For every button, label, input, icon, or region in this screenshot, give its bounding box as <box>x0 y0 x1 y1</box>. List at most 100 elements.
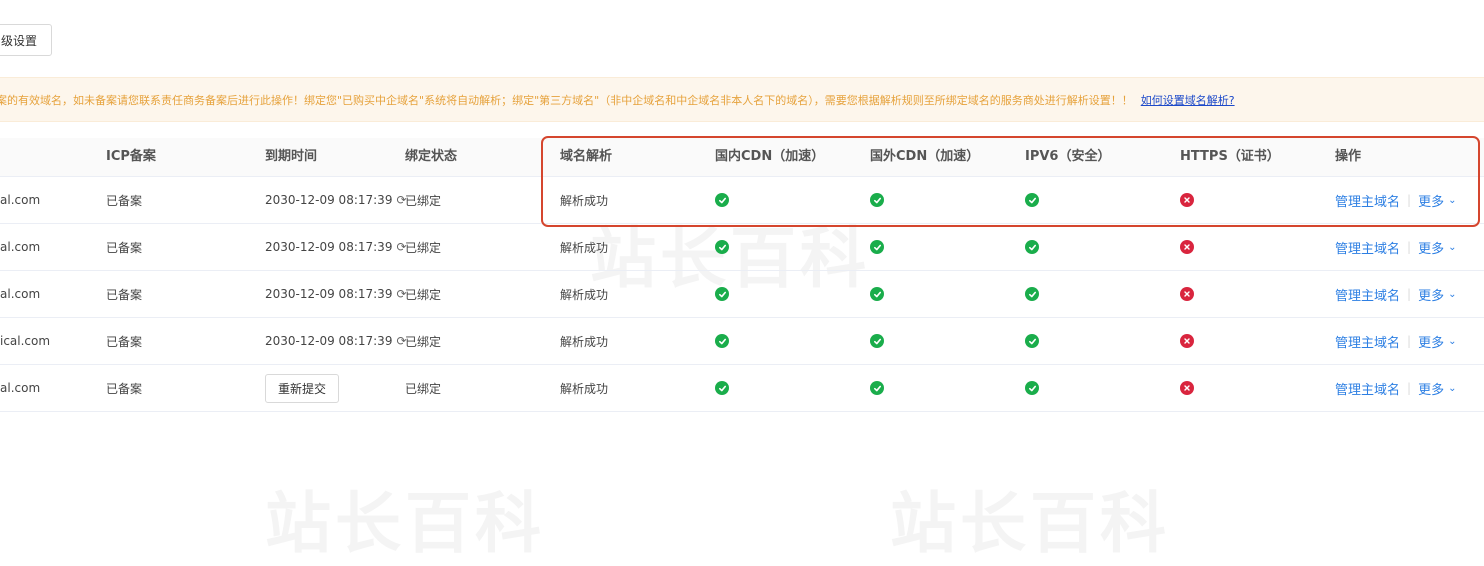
manage-domain-link[interactable]: 管理主域名 <box>1335 285 1400 304</box>
cdn-cn-status-cell <box>715 318 729 364</box>
th-ipv6: IPV6（安全） <box>1025 149 1111 164</box>
more-dropdown[interactable]: 更多 <box>1418 238 1444 257</box>
more-dropdown[interactable]: 更多 <box>1418 379 1444 398</box>
expire-cell: 2030-12-09 08:17:39 ⟳ <box>265 318 407 364</box>
bind-status-cell: 已绑定 <box>405 334 442 349</box>
table-header: ICP备案 到期时间 绑定状态 域名解析 国内CDN（加速） 国外CDN（加速）… <box>0 138 1484 177</box>
https-status-cell <box>1180 224 1194 270</box>
divider: | <box>1407 334 1412 348</box>
chevron-down-icon[interactable]: ⌄ <box>1448 242 1456 253</box>
ipv6-status-cell <box>1025 224 1039 270</box>
domain-cell: al.com <box>0 381 41 395</box>
icp-cell: 已备案 <box>106 240 143 255</box>
chevron-down-icon[interactable]: ⌄ <box>1448 336 1456 347</box>
chevron-down-icon[interactable]: ⌄ <box>1448 195 1456 206</box>
more-dropdown[interactable]: 更多 <box>1418 191 1444 210</box>
th-cdn-cn: 国内CDN（加速） <box>715 149 825 164</box>
icp-cell: 已备案 <box>106 334 143 349</box>
bind-status-cell: 已绑定 <box>405 193 442 208</box>
expire-time: 2030-12-09 08:17:39 <box>265 193 393 207</box>
watermark: 站长百科 <box>265 485 545 562</box>
table-row: al.com 已备案 2030-12-09 08:17:39 ⟳ 已绑定 解析成功 管理主域… <box>0 271 1484 318</box>
th-ops: 操作 <box>1335 149 1362 164</box>
expire-cell: 2030-12-09 08:17:39 ⟳ <box>265 177 407 223</box>
more-dropdown[interactable]: 更多 <box>1418 285 1444 304</box>
x-icon <box>1180 334 1194 348</box>
domain-cell: ical.com <box>0 334 51 348</box>
check-icon <box>715 381 729 395</box>
ops-cell: 管理主域名 | 更多 ⌄ <box>1335 318 1456 364</box>
dns-help-link[interactable]: 如何设置域名解析? <box>1141 92 1235 108</box>
th-https: HTTPS（证书） <box>1180 149 1280 164</box>
cdn-cn-status-cell <box>715 177 729 223</box>
cdn-intl-status-cell <box>870 365 884 411</box>
bind-status-cell: 已绑定 <box>405 287 442 302</box>
dns-status-cell: 解析成功 <box>560 240 609 255</box>
th-cdn-intl: 国外CDN（加速） <box>870 149 980 164</box>
expire-cell: 2030-12-09 08:17:39 ⟳ <box>265 271 407 317</box>
manage-domain-link[interactable]: 管理主域名 <box>1335 191 1400 210</box>
notice-text: 案的有效域名，如未备案请您联系责任商务备案后进行此操作！绑定您"已购买中企域名"… <box>0 93 1133 107</box>
cdn-cn-status-cell <box>715 271 729 317</box>
resubmit-button[interactable]: 重新提交 <box>265 373 340 403</box>
dns-status-cell: 解析成功 <box>560 287 609 302</box>
table-row: al.com 已备案 重新提交 已绑定 解析成功 管理主域名 | 更多 ⌄ <box>0 365 1484 412</box>
cdn-cn-status-cell <box>715 224 729 270</box>
manage-domain-link[interactable]: 管理主域名 <box>1335 332 1400 351</box>
ops-cell: 管理主域名 | 更多 ⌄ <box>1335 177 1456 223</box>
chevron-down-icon[interactable]: ⌄ <box>1448 289 1456 300</box>
https-status-cell <box>1180 318 1194 364</box>
domain-cell: al.com <box>0 193 41 207</box>
advanced-settings-button[interactable]: 级设置 <box>0 24 52 56</box>
check-icon <box>1025 240 1039 254</box>
table-body: al.com 已备案 2030-12-09 08:17:39 ⟳ 已绑定 解析成功 管理主域… <box>0 177 1484 412</box>
dns-status-cell: 解析成功 <box>560 381 609 396</box>
watermark: 站长百科 <box>890 485 1170 562</box>
x-icon <box>1180 381 1194 395</box>
check-icon <box>715 334 729 348</box>
table-row: al.com 已备案 2030-12-09 08:17:39 ⟳ 已绑定 解析成功 管理主域… <box>0 177 1484 224</box>
ipv6-status-cell <box>1025 271 1039 317</box>
icp-cell: 已备案 <box>106 287 143 302</box>
dns-status-cell: 解析成功 <box>560 193 609 208</box>
expire-time: 2030-12-09 08:17:39 <box>265 240 393 254</box>
divider: | <box>1407 381 1412 395</box>
cdn-intl-status-cell <box>870 271 884 317</box>
th-icp: ICP备案 <box>106 149 156 164</box>
table-row: ical.com 已备案 2030-12-09 08:17:39 ⟳ 已绑定 解析成功 管理… <box>0 318 1484 365</box>
cdn-intl-status-cell <box>870 318 884 364</box>
ops-cell: 管理主域名 | 更多 ⌄ <box>1335 224 1456 270</box>
check-icon <box>1025 193 1039 207</box>
manage-domain-link[interactable]: 管理主域名 <box>1335 238 1400 257</box>
notice-banner: 案的有效域名，如未备案请您联系责任商务备案后进行此操作！绑定您"已购买中企域名"… <box>0 77 1484 122</box>
more-dropdown[interactable]: 更多 <box>1418 332 1444 351</box>
check-icon <box>870 381 884 395</box>
ipv6-status-cell <box>1025 177 1039 223</box>
cdn-intl-status-cell <box>870 224 884 270</box>
check-icon <box>870 193 884 207</box>
icp-cell: 已备案 <box>106 193 143 208</box>
th-dns: 域名解析 <box>560 149 613 164</box>
bind-status-cell: 已绑定 <box>405 240 442 255</box>
cdn-cn-status-cell <box>715 365 729 411</box>
check-icon <box>1025 381 1039 395</box>
x-icon <box>1180 287 1194 301</box>
divider: | <box>1407 287 1412 301</box>
check-icon <box>1025 287 1039 301</box>
check-icon <box>870 334 884 348</box>
ipv6-status-cell <box>1025 318 1039 364</box>
chevron-down-icon[interactable]: ⌄ <box>1448 383 1456 394</box>
domain-cell: al.com <box>0 287 41 301</box>
check-icon <box>870 240 884 254</box>
advanced-settings-label: 级设置 <box>0 33 37 48</box>
th-bind: 绑定状态 <box>405 149 458 164</box>
check-icon <box>715 287 729 301</box>
divider: | <box>1407 193 1412 207</box>
table-row: al.com 已备案 2030-12-09 08:17:39 ⟳ 已绑定 解析成功 管理主域… <box>0 224 1484 271</box>
bind-status-cell: 已绑定 <box>405 381 442 396</box>
check-icon <box>715 240 729 254</box>
manage-domain-link[interactable]: 管理主域名 <box>1335 379 1400 398</box>
expire-time: 2030-12-09 08:17:39 <box>265 334 393 348</box>
icp-cell: 已备案 <box>106 381 143 396</box>
expire-cell: 2030-12-09 08:17:39 ⟳ <box>265 224 407 270</box>
